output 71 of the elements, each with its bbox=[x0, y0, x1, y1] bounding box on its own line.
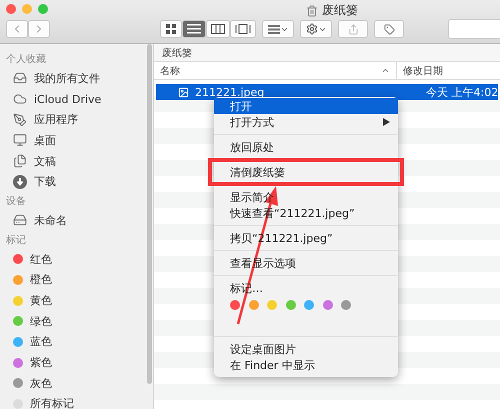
menu-item[interactable]: 放回原处 bbox=[214, 139, 398, 155]
close-button[interactable] bbox=[6, 4, 16, 14]
menu-item[interactable]: 打开 bbox=[214, 98, 398, 114]
sidebar-item[interactable]: 下载 bbox=[0, 171, 145, 192]
zoom-button[interactable] bbox=[38, 4, 48, 14]
tag-color-dot[interactable] bbox=[286, 300, 296, 310]
sidebar-item[interactable]: 橙色 bbox=[0, 270, 145, 290]
tag-button[interactable] bbox=[374, 20, 404, 38]
files-icon bbox=[13, 71, 27, 86]
sidebar-item[interactable]: 未命名 bbox=[0, 210, 145, 231]
share-icon bbox=[348, 24, 358, 34]
view-button[interactable] bbox=[206, 20, 230, 38]
share-button[interactable] bbox=[338, 20, 368, 38]
tag-color-dot[interactable] bbox=[304, 300, 314, 310]
search-field[interactable] bbox=[448, 19, 500, 39]
action-button[interactable] bbox=[300, 20, 332, 38]
trash-icon bbox=[306, 4, 318, 16]
tag-icon bbox=[384, 24, 394, 34]
grid-icon bbox=[268, 24, 280, 34]
sidebar-item[interactable]: 应用程序 bbox=[0, 109, 145, 130]
sidebar-item[interactable]: 灰色 bbox=[0, 372, 145, 394]
arrange-button[interactable] bbox=[262, 20, 294, 38]
sidebar-item[interactable]: 文稿 bbox=[0, 150, 145, 172]
menu-item[interactable]: 显示简介 bbox=[214, 189, 398, 205]
sidebar-item[interactable]: 蓝色 bbox=[0, 332, 145, 352]
sidebar-item[interactable]: 红色 bbox=[0, 248, 145, 270]
list-view-icon bbox=[187, 24, 201, 34]
menu-item[interactable]: 清倒废纸篓 bbox=[214, 164, 398, 180]
menu-item[interactable]: 在 Finder 中显示 bbox=[214, 357, 398, 373]
tag-color-dot[interactable] bbox=[341, 300, 351, 310]
tag-color-dot[interactable] bbox=[248, 300, 258, 310]
column-view-icon bbox=[211, 24, 225, 34]
image-file-icon bbox=[178, 86, 189, 98]
tag-color-dot[interactable] bbox=[267, 300, 277, 310]
cover-flow-icon bbox=[235, 24, 251, 34]
scrollbar[interactable] bbox=[146, 44, 152, 384]
icon-view-icon bbox=[165, 23, 177, 35]
sidebar-item[interactable]: iCloud Drive bbox=[0, 88, 145, 110]
sidebar-item[interactable]: 绿色 bbox=[0, 310, 145, 332]
sidebar-item[interactable]: 所有标记 bbox=[0, 394, 145, 409]
section-heading: 个人收藏 bbox=[5, 52, 47, 67]
view-button[interactable] bbox=[160, 20, 182, 38]
sidebar-item[interactable]: 桌面 bbox=[0, 130, 145, 151]
sidebar-item[interactable]: 我的所有文件 bbox=[0, 68, 145, 89]
tag-color-dot[interactable] bbox=[230, 300, 240, 310]
documents-icon bbox=[13, 154, 27, 168]
window-title: 废纸篓 bbox=[322, 2, 358, 19]
desktop-icon bbox=[13, 133, 27, 148]
sort-icon bbox=[381, 66, 390, 75]
section-heading: 设备 bbox=[5, 195, 27, 210]
menu-item[interactable]: 打开方式 bbox=[214, 114, 398, 130]
sidebar-item[interactable]: 黄色 bbox=[0, 290, 145, 311]
file-name: 211221.jpeg bbox=[195, 86, 264, 98]
tag-color-dot[interactable] bbox=[322, 300, 332, 310]
forward-button[interactable] bbox=[28, 20, 50, 38]
back-button[interactable] bbox=[6, 20, 28, 38]
view-button[interactable] bbox=[230, 20, 256, 38]
column-header[interactable]: 名称 bbox=[154, 62, 397, 79]
sidebar-item[interactable]: 紫色 bbox=[0, 352, 145, 373]
file-row[interactable]: 211221.jpeg 今天 上午4:02 bbox=[156, 84, 498, 100]
path-bar: 废纸篓 bbox=[154, 44, 500, 62]
cloud-icon bbox=[13, 92, 27, 106]
column-header[interactable]: 修改日期 bbox=[397, 62, 500, 79]
menu-item[interactable]: 设定桌面图片 bbox=[214, 341, 398, 357]
settings-icon bbox=[306, 23, 318, 35]
download-icon bbox=[13, 174, 27, 189]
apps-icon bbox=[13, 112, 27, 127]
modified-date: 今天 上午4:02 bbox=[426, 84, 498, 100]
minimize-button[interactable] bbox=[22, 4, 32, 14]
view-button[interactable] bbox=[182, 20, 206, 38]
section-heading: 标记 bbox=[5, 234, 27, 248]
